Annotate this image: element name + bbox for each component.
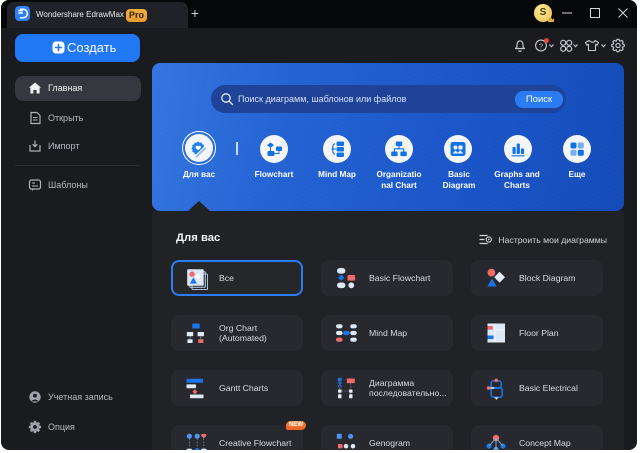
svg-text:?: ? xyxy=(539,41,543,50)
